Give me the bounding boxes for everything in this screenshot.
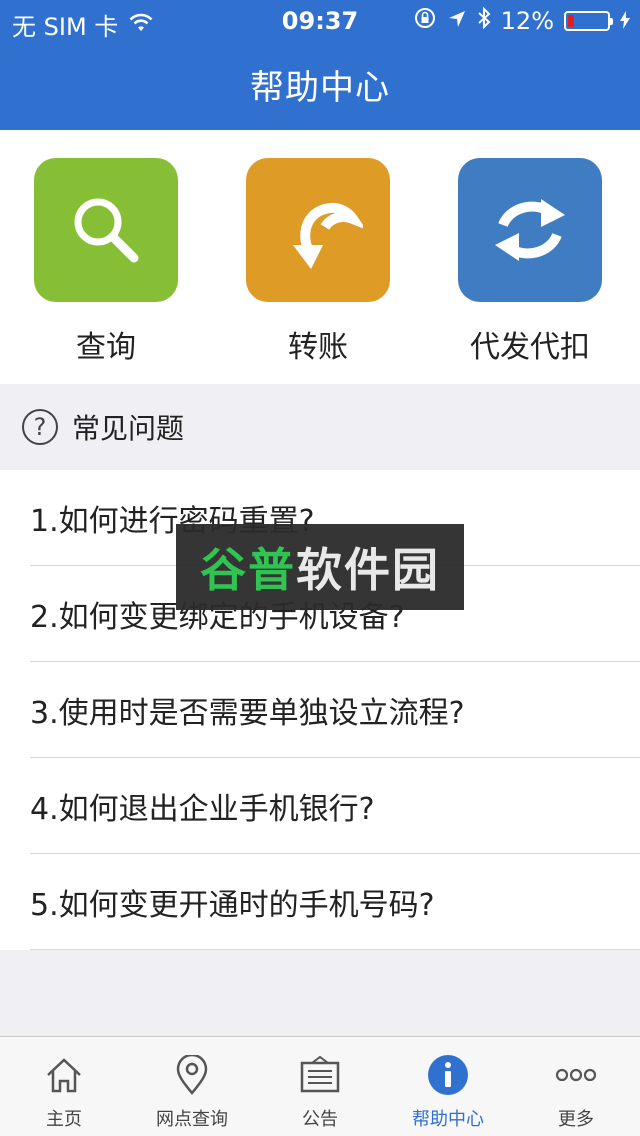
feature-query[interactable]: 查询 — [0, 158, 212, 366]
tab-notice[interactable]: 公告 — [256, 1037, 384, 1136]
feature-query-label: 查询 — [76, 330, 136, 365]
transfer-arrow-icon — [246, 158, 390, 302]
more-dots-icon — [554, 1053, 598, 1097]
battery-percent: 12% — [500, 7, 554, 35]
faq-item-4[interactable]: 4.如何退出企业手机银行? — [0, 758, 640, 854]
notice-board-icon — [298, 1053, 342, 1097]
tab-help-center-label: 帮助中心 — [412, 1109, 484, 1130]
watermark-part2: 软件园 — [296, 543, 440, 597]
bluetooth-icon — [477, 6, 491, 35]
charging-bolt-icon — [620, 7, 630, 35]
tab-branch-search-label: 网点查询 — [156, 1109, 228, 1130]
faq-header: ? 常见问题 — [0, 384, 640, 470]
watermark-logo: 谷普 软件园 — [176, 524, 464, 610]
header: 无 SIM 卡 09:37 12% 帮助中心 — [0, 0, 640, 130]
feature-grid: 查询 转账 代发代扣 — [0, 130, 640, 384]
search-icon — [34, 158, 178, 302]
help-center-screen: 无 SIM 卡 09:37 12% 帮助中心 查询 转账 代发代扣 ? 常见问题… — [0, 0, 640, 1136]
tab-help-center[interactable]: 帮助中心 — [384, 1037, 512, 1136]
faq-title: 常见问题 — [72, 412, 185, 445]
tab-home-label: 主页 — [46, 1109, 82, 1130]
location-arrow-icon — [447, 7, 467, 35]
page-title: 帮助中心 — [250, 68, 390, 108]
battery-icon — [564, 11, 613, 31]
location-pin-icon — [170, 1053, 214, 1097]
info-icon — [426, 1053, 470, 1097]
home-icon — [42, 1053, 86, 1097]
tab-more[interactable]: 更多 — [512, 1037, 640, 1136]
feature-transfer-label: 转账 — [288, 330, 348, 365]
feature-payroll-label: 代发代扣 — [470, 330, 590, 365]
watermark-part1: 谷普 — [200, 543, 296, 597]
tab-branch-search[interactable]: 网点查询 — [128, 1037, 256, 1136]
status-bar: 无 SIM 卡 09:37 12% — [0, 0, 640, 41]
tab-notice-label: 公告 — [302, 1109, 338, 1130]
faq-item-5[interactable]: 5.如何变更开通时的手机号码? — [0, 854, 640, 950]
tab-bar: 主页 网点查询 公告 帮助中心 更多 — [0, 1036, 640, 1136]
exchange-icon — [458, 158, 602, 302]
feature-transfer[interactable]: 转账 — [212, 158, 424, 366]
faq-item-3[interactable]: 3.使用时是否需要单独设立流程? — [0, 662, 640, 758]
question-icon: ? — [22, 409, 58, 445]
tab-home[interactable]: 主页 — [0, 1037, 128, 1136]
feature-payroll[interactable]: 代发代扣 — [424, 158, 636, 366]
rotation-lock-icon — [413, 6, 437, 36]
tab-more-label: 更多 — [558, 1109, 594, 1130]
